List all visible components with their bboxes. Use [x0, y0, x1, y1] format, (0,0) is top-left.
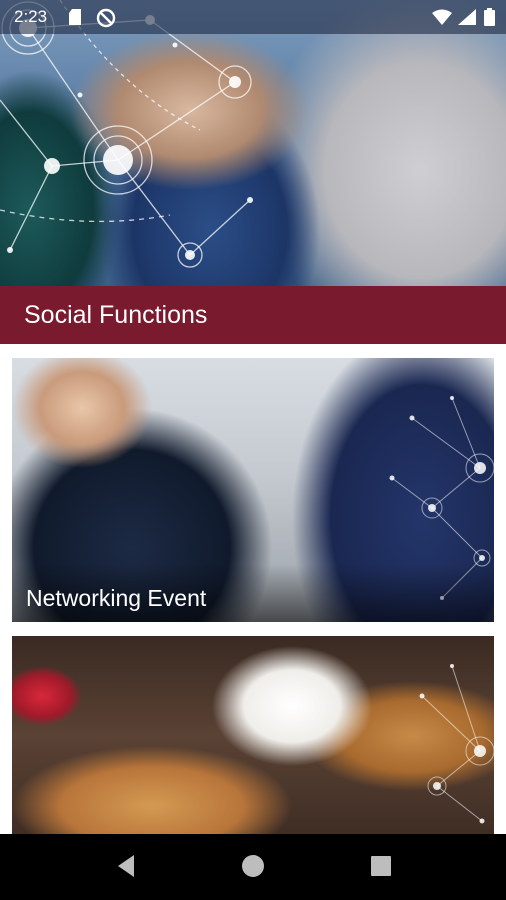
- cell-signal-icon: [458, 9, 476, 25]
- recents-icon[interactable]: [369, 853, 393, 879]
- do-not-disturb-icon: [96, 8, 116, 28]
- section-title: Social Functions: [24, 301, 208, 329]
- back-icon[interactable]: [114, 853, 138, 879]
- status-bar: 2:23: [0, 0, 506, 34]
- section-header: Social Functions: [0, 286, 506, 344]
- home-icon[interactable]: [241, 853, 265, 879]
- network-overlay-graphic: [0, 0, 253, 268]
- status-time: 2:23: [14, 7, 48, 26]
- navigation-bar: [0, 834, 506, 900]
- battery-icon: [484, 8, 495, 26]
- network-overlay-graphic: [419, 664, 494, 824]
- hero-image: [0, 0, 506, 286]
- card-networking-event[interactable]: Networking Event: [12, 358, 494, 622]
- wifi-icon: [432, 9, 452, 25]
- card-title: Networking Event: [26, 585, 207, 611]
- card-breakfast[interactable]: [12, 636, 494, 836]
- sd-card-icon: [68, 8, 82, 26]
